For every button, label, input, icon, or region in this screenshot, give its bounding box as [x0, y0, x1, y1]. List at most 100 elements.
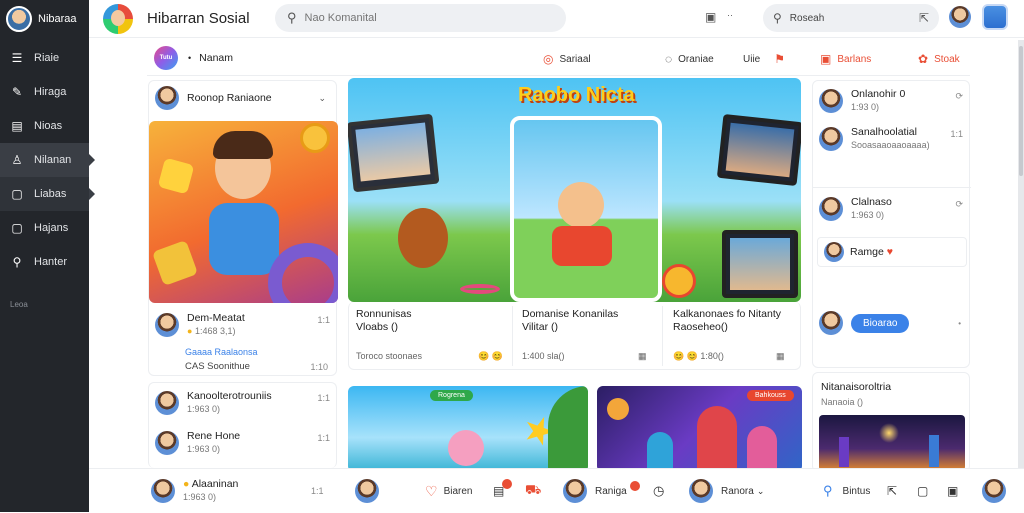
profile-avatar[interactable] [949, 6, 971, 28]
sidebar-item-liabas[interactable]: ▢ Liabas [0, 177, 95, 211]
uiie-tab[interactable]: Uiie ⚑ [743, 52, 791, 66]
bottom-avatar[interactable] [355, 469, 379, 513]
list-sub: 1:963 0) [187, 444, 221, 454]
list-time: 1:1 [317, 393, 330, 403]
list-time: 1:1 [950, 129, 963, 139]
sidebar-item-hajans[interactable]: ▢ Hajans [0, 211, 89, 245]
bottom-item-shop[interactable]: ⛟ [525, 469, 541, 513]
user-avatar[interactable] [6, 6, 32, 32]
list-text: Clalnaso 1:963 0) [851, 196, 892, 222]
bottom-item-bintus[interactable]: ⚲ Bintus [823, 469, 870, 513]
sidebar-item-label: Liabas [34, 188, 67, 200]
card-meta: 1:400 sla() [522, 351, 565, 361]
divider [813, 187, 971, 188]
list-title: Clalnaso [851, 196, 892, 208]
app-logo[interactable] [103, 3, 133, 34]
sidebar-item-hanter[interactable]: ⚲ Hanter [0, 245, 89, 279]
refresh-icon[interactable]: ⟳ [955, 199, 963, 210]
avatar [819, 89, 843, 113]
avatar [689, 479, 713, 503]
avatar [824, 242, 844, 262]
sidebar-item-nilanan[interactable]: ♙ Nilanan [0, 143, 95, 177]
sidebar-title: Nibaraa [38, 13, 77, 25]
search-bar[interactable]: ⚲ [275, 4, 566, 32]
list-time: 1:1 [311, 486, 324, 496]
bottom-list-item[interactable]: ● Alaaninan 1:963 0) [151, 469, 238, 513]
bottom-avatar[interactable] [982, 469, 1006, 513]
profile-avatar-square[interactable] [982, 4, 1008, 30]
sidebar-item-nioas[interactable]: ▤ Nioas [0, 109, 89, 143]
avatar [155, 313, 179, 337]
post-sub: ● 1:468 3,1) [187, 326, 236, 336]
notification-badge [629, 481, 640, 491]
bottom-item-calendar[interactable]: ▤ [493, 469, 513, 513]
list-sub: 1:963 0) [187, 404, 221, 414]
panel-header-title: Roonop Raniaone [187, 92, 272, 104]
list-item[interactable]: Sanalhoolatial Sooasaaoaaoaaaa) 1:1 [813, 125, 971, 153]
bottom-bar: ● Alaaninan 1:963 0) 1:1 ♡ Biaren ▤ ⛟ Ran… [89, 468, 1024, 512]
bottom-item-ranora[interactable]: Ranora ⌄ [689, 469, 764, 513]
chevron-down-icon[interactable]: ⌄ [318, 93, 326, 104]
list-item[interactable]: Rene Hone 1:963 0) 1:1 [149, 429, 338, 457]
post-time: 1:1 [317, 315, 330, 325]
dot-separator: • [188, 52, 192, 63]
post-stats: CAS Soonithue [185, 361, 250, 372]
refresh-icon[interactable]: ⟳ [955, 91, 963, 102]
right-card-image[interactable] [819, 415, 965, 471]
featured-image[interactable] [149, 121, 338, 303]
app-title: Hibarran Sosial [147, 10, 250, 27]
feed-banner[interactable]: Raobo Nicta [348, 78, 801, 302]
more-dot[interactable]: • [958, 319, 961, 328]
scrollbar[interactable] [1018, 40, 1024, 470]
list-text: Onlanohir 0 1:93 0) [851, 88, 905, 114]
sidebar-item-riaie[interactable]: ☰ Riaie [0, 41, 89, 75]
secondary-search[interactable]: ⚲ Roseah ⇱ [763, 4, 939, 32]
post-item[interactable]: Dem-Meatat ● 1:468 3,1) 1:1 [149, 311, 338, 339]
share-icon[interactable]: ⇱ [919, 11, 929, 25]
avatar [155, 86, 179, 110]
barlans-tab[interactable]: ▣ Barlans [820, 52, 871, 66]
document-icon: ▢ [917, 484, 929, 498]
list-text: Sanalhoolatial Sooasaaoaaoaaaa) [851, 126, 930, 152]
thumbnail-beach[interactable]: Rogrena [348, 386, 588, 472]
secondary-search-label: Roseah [789, 12, 825, 24]
panel-header[interactable]: Roonop Raniaone ⌄ [149, 81, 336, 115]
primary-button[interactable]: Bioarao [851, 313, 910, 333]
card-icons: 😊 😊 [478, 351, 503, 361]
post-link[interactable]: Gaaaa Raalaonsa [185, 347, 258, 357]
bottom-item-raniga[interactable]: Raniga [563, 469, 640, 513]
avatar [151, 479, 175, 503]
sariaal-tab[interactable]: ◎ Sariaal [543, 52, 591, 66]
sidebar-item-label: Nioas [34, 120, 63, 132]
right-card[interactable]: Nitanaisoroltria Nanaoia () [812, 372, 970, 472]
list-item[interactable]: Ramge ♥ [817, 237, 967, 267]
thumbnail-city[interactable]: Bahkouss [597, 386, 802, 472]
list-item[interactable]: Onlanohir 0 1:93 0) ⟳ [813, 87, 971, 115]
bottom-item-doc[interactable]: ▢ [917, 469, 928, 513]
card-meta: 😊 😊 1:80() [673, 351, 724, 361]
bottom-item-biaren[interactable]: ♡ Biaren [425, 469, 472, 513]
image-icon: ▣ [947, 484, 959, 498]
bottom-item-timer[interactable]: ◷ [653, 469, 664, 513]
list-item[interactable]: Kanoolterotrouniis 1:963 0) 1:1 [149, 389, 338, 417]
divider [662, 306, 663, 366]
top-bar: Hibarran Sosial ⚲ ▣ ·· ⚲ Roseah ⇱ [89, 0, 1024, 38]
thumb-badge: Rogrena [430, 390, 473, 401]
bottom-item-image[interactable]: ▣ [947, 469, 958, 513]
link-icon: ⚲ [12, 255, 22, 269]
bottom-item-share[interactable]: ⇱ [887, 469, 897, 513]
list-item[interactable]: Clalnaso 1:963 0) ⟳ [813, 195, 971, 223]
stoak-tab[interactable]: ✿ Stoak [918, 52, 960, 66]
sidebar-item-label: Hanter [34, 256, 68, 268]
sidebar-item-hiraga[interactable]: ✎ Hiraga [0, 75, 89, 109]
list-title: ● Alaaninan [183, 478, 238, 491]
action-row: Bioarao • [813, 309, 971, 337]
post-title: Dem-Meatat [187, 312, 245, 324]
oraniae-tab[interactable]: ◌ Oraniae [665, 52, 714, 66]
search-input[interactable] [304, 12, 545, 24]
card-caption: Kalkanonaes fo Nitanty Raoseheo() [673, 308, 781, 333]
tab-label: Oraniae [678, 53, 714, 65]
banner-title: Raobo Nicta [518, 84, 635, 106]
tutu-logo[interactable]: Tutu [154, 45, 178, 70]
screen-icon[interactable]: ▣ [705, 10, 716, 24]
